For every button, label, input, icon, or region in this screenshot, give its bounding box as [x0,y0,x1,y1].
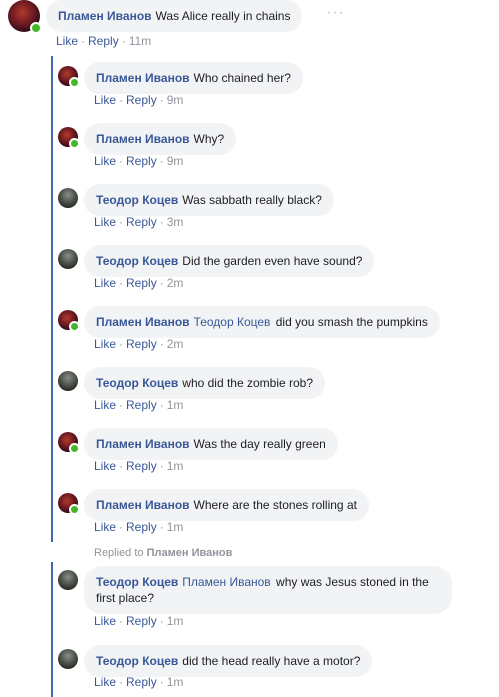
reply-link[interactable]: Reply [126,337,157,351]
avatar[interactable] [58,570,78,590]
reply-link[interactable]: Reply [126,520,157,534]
avatar[interactable] [58,188,78,208]
comment-text: who did the zombie rob? [182,376,314,390]
comment-time[interactable]: 11m [129,34,151,48]
comment-actions: Like · Reply · 1m [94,520,184,534]
online-status-dot [69,77,80,88]
avatar[interactable] [58,66,80,88]
like-link[interactable]: Like [94,154,116,168]
comment-time[interactable]: 9m [167,154,184,168]
comment-bubble: Пламен Иванов Was Alice really in chains [46,0,303,32]
mention-link[interactable]: Пламен Иванов [182,575,270,589]
comment-time[interactable]: 3m [167,215,184,229]
reply-link[interactable]: Reply [88,34,119,48]
reply-link[interactable]: Reply [126,459,157,473]
reply-bubble: Пламен Иванов Where are the stones rollin… [84,489,369,521]
reply-bubble: Пламен Иванов Who chained her? [84,62,303,94]
comment-actions: Like · Reply · 1m [94,614,184,628]
comment-text: Did the garden even have sound? [182,254,363,268]
reply-link[interactable]: Reply [126,276,157,290]
comment-actions: Like · Reply · 2m [94,276,184,290]
like-link[interactable]: Like [94,675,116,689]
comment-actions: Like · Reply · 2m [94,337,184,351]
comment-actions: Like · Reply · 1m [94,459,184,473]
comment-author[interactable]: Пламен Иванов [58,9,152,23]
like-link[interactable]: Like [94,276,116,290]
comment-actions: Like · Reply · 3m [94,215,184,229]
reply-link[interactable]: Reply [126,93,157,107]
comment-time[interactable]: 2m [167,337,184,351]
mention-link[interactable]: Теодор Коцев [194,315,271,329]
like-link[interactable]: Like [56,34,78,48]
comment-text: did the head really have a motor? [182,654,361,668]
online-status-dot [69,504,80,515]
comment-text: Where are the stones rolling at [193,498,357,512]
reply-link[interactable]: Reply [126,398,157,412]
avatar[interactable] [58,249,78,269]
comment-text: Who chained her? [193,71,291,85]
online-status-dot [30,22,42,34]
online-status-dot [69,138,80,149]
avatar[interactable] [58,432,80,454]
reply-bubble: Пламен Иванов Was the day really green [84,428,338,460]
comment-actions: Like · Reply · 9m [94,154,184,168]
comment-text: Was sabbath really black? [182,193,322,207]
reply-bubble: Пламен Иванов Why? [84,123,237,155]
like-link[interactable]: Like [94,459,116,473]
comment-author[interactable]: Теодор Коцев [96,654,178,668]
avatar[interactable] [58,310,80,332]
replied-to-label: Replied to Пламен Иванов [94,547,233,559]
like-link[interactable]: Like [94,93,116,107]
thread-line [51,562,53,697]
online-status-dot [69,443,80,454]
like-link[interactable]: Like [94,520,116,534]
reply-bubble: Теодор Коцев Пламен Иванов why was Jesus … [84,566,452,614]
like-link[interactable]: Like [94,337,116,351]
comment-time[interactable]: 2m [167,276,184,290]
comment-author[interactable]: Теодор Коцев [96,193,178,207]
reply-bubble: Теодор Коцев did the head really have a m… [84,645,373,677]
thread-line [51,56,53,542]
comment-time[interactable]: 1m [167,614,184,628]
avatar[interactable] [8,0,42,34]
comment-time[interactable]: 1m [167,398,184,412]
reply-bubble: Пламен Иванов Теодор Коцев did you smash … [84,306,440,338]
reply-link[interactable]: Reply [126,614,157,628]
reply-bubble: Теодор Коцев Did the garden even have sou… [84,245,375,277]
comment-author[interactable]: Теодор Коцев [96,575,178,589]
avatar[interactable] [58,371,78,391]
comment-text: Why? [193,132,225,146]
comment-author[interactable]: Пламен Иванов [96,437,190,451]
reply-link[interactable]: Reply [126,675,157,689]
like-link[interactable]: Like [94,398,116,412]
reply-bubble: Теодор Коцев who did the zombie rob? [84,367,326,399]
comment-time[interactable]: 9m [167,93,184,107]
more-horizontal-icon[interactable]: ··· [326,5,345,21]
like-link[interactable]: Like [94,215,116,229]
comment-actions: Like · Reply · 1m [94,398,184,412]
comment-text: Was Alice really in chains [155,9,291,23]
avatar[interactable] [58,649,78,669]
comment-author[interactable]: Пламен Иванов [96,132,190,146]
comment-text: did you smash the pumpkins [275,315,428,329]
comment-author[interactable]: Теодор Коцев [96,376,178,390]
comment-time[interactable]: 1m [167,459,184,473]
online-status-dot [69,321,80,332]
comment-author[interactable]: Теодор Коцев [96,254,178,268]
like-link[interactable]: Like [94,614,116,628]
comment-author[interactable]: Пламен Иванов [96,315,190,329]
reply-link[interactable]: Reply [126,215,157,229]
comment-actions: Like · Reply · 11m [56,34,152,48]
comment-actions: Like · Reply · 9m [94,93,184,107]
avatar[interactable] [58,127,80,149]
comment-author[interactable]: Пламен Иванов [96,498,190,512]
comment-text: Was the day really green [193,437,326,451]
comment-author[interactable]: Пламен Иванов [96,71,190,85]
comment-time[interactable]: 1m [167,520,184,534]
reply-bubble: Теодор Коцев Was sabbath really black? [84,184,334,216]
comment-actions: Like · Reply · 1m [94,675,184,689]
avatar[interactable] [58,493,80,515]
reply-link[interactable]: Reply [126,154,157,168]
comment-time[interactable]: 1m [167,675,184,689]
